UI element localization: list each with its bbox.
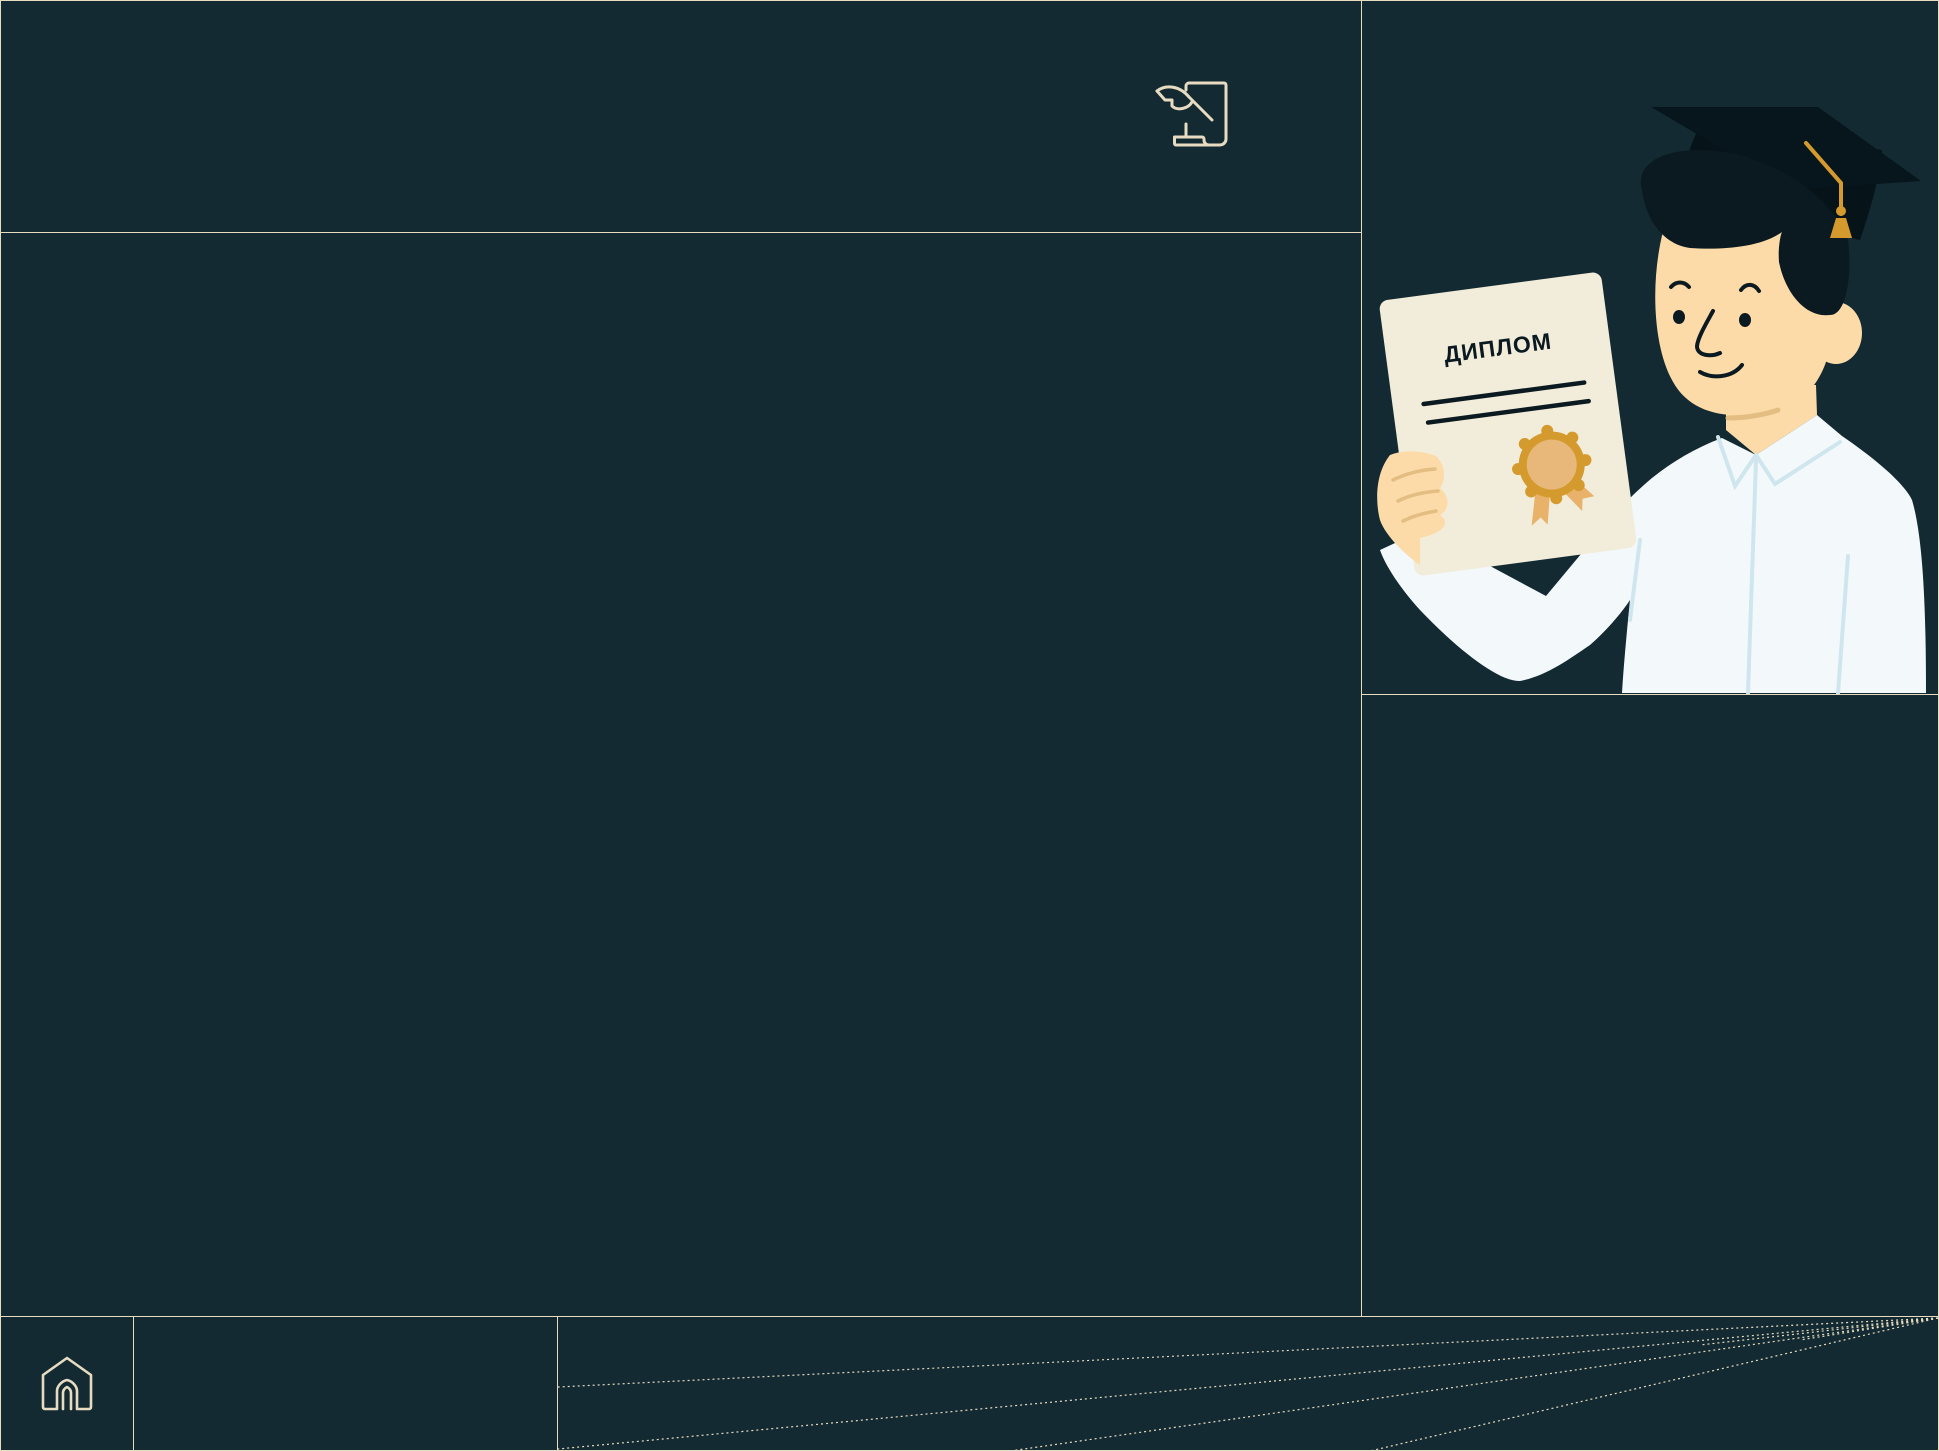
header-divider	[0, 232, 1362, 233]
home-button[interactable]	[36, 1352, 98, 1414]
frame-left	[0, 0, 1, 1451]
page: ДИПЛОМ	[0, 0, 1939, 1451]
footer-cell-divider-1	[133, 1316, 134, 1451]
illustration-divider	[1362, 694, 1939, 695]
diploma-scroll-icon	[1150, 76, 1230, 148]
home-icon	[41, 1356, 93, 1411]
decorative-rays	[557, 1316, 1939, 1451]
graduate-illustration: ДИПЛОМ	[1362, 1, 1939, 694]
